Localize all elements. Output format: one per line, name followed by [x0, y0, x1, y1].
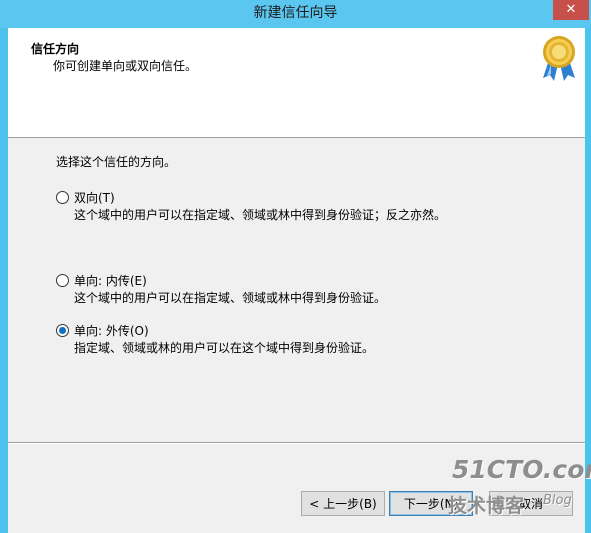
option-two-way-description: 这个域中的用户可以在指定域、领域或林中得到身份验证；反之亦然。 — [74, 208, 447, 222]
page-subtitle: 你可创建单向或双向信任。 — [53, 59, 198, 73]
option-one-way-outgoing-description: 指定域、领域或林的用户可以在这个域中得到身份验证。 — [74, 341, 375, 355]
close-button[interactable]: ✕ — [553, 0, 589, 20]
title-bar: 新建信任向导 ✕ — [0, 0, 591, 28]
back-button[interactable]: < 上一步(B) — [301, 491, 385, 516]
certificate-ribbon-icon — [543, 36, 575, 81]
option-one-way-outgoing-label[interactable]: 单向: 外传(O) — [74, 322, 149, 339]
window-title: 新建信任向导 — [253, 5, 338, 21]
option-two-way-label[interactable]: 双向(T) — [74, 189, 115, 206]
footer-separator — [8, 442, 585, 444]
radio-one-way-outgoing[interactable] — [56, 324, 69, 337]
direction-prompt: 选择这个信任的方向。 — [56, 155, 177, 169]
wizard-header: 信任方向 你可创建单向或双向信任。 — [8, 28, 585, 138]
option-one-way-incoming-description: 这个域中的用户可以在指定域、领域或林中得到身份验证。 — [74, 291, 387, 305]
radio-one-way-incoming[interactable] — [56, 274, 69, 287]
next-button[interactable]: 下一步(N) — [389, 491, 473, 516]
page-title: 信任方向 — [31, 42, 80, 56]
radio-two-way[interactable] — [56, 191, 69, 204]
cancel-button[interactable]: 取消 — [489, 491, 573, 516]
wizard-client-area: 信任方向 你可创建单向或双向信任。 选择这个信任的方向。 双向(T) 这个域中的… — [8, 28, 585, 533]
option-one-way-incoming-label[interactable]: 单向: 内传(E) — [74, 272, 147, 289]
